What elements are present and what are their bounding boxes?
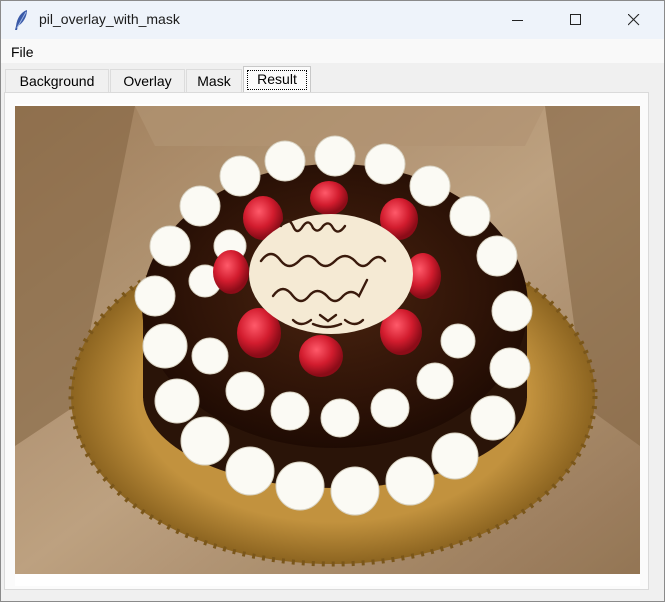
focus-ring <box>247 70 307 90</box>
result-image <box>15 106 640 574</box>
minimize-button[interactable] <box>495 1 541 39</box>
maximize-button[interactable] <box>553 1 599 39</box>
window-title: pil_overlay_with_mask <box>39 11 180 27</box>
minimize-icon <box>512 20 523 21</box>
close-icon <box>628 14 640 26</box>
title-bar[interactable]: pil_overlay_with_mask <box>1 1 664 39</box>
maximize-icon <box>570 14 581 25</box>
notebook-tabs: Background Overlay Mask Result <box>1 63 664 94</box>
tab-background[interactable]: Background <box>5 69 109 92</box>
tab-mask[interactable]: Mask <box>186 69 242 92</box>
menu-bar: File <box>1 39 664 63</box>
feather-icon <box>15 10 27 30</box>
close-button[interactable] <box>611 1 657 39</box>
menu-file[interactable]: File <box>11 44 34 60</box>
tab-overlay[interactable]: Overlay <box>110 69 185 92</box>
tab-result[interactable]: Result <box>243 66 311 94</box>
